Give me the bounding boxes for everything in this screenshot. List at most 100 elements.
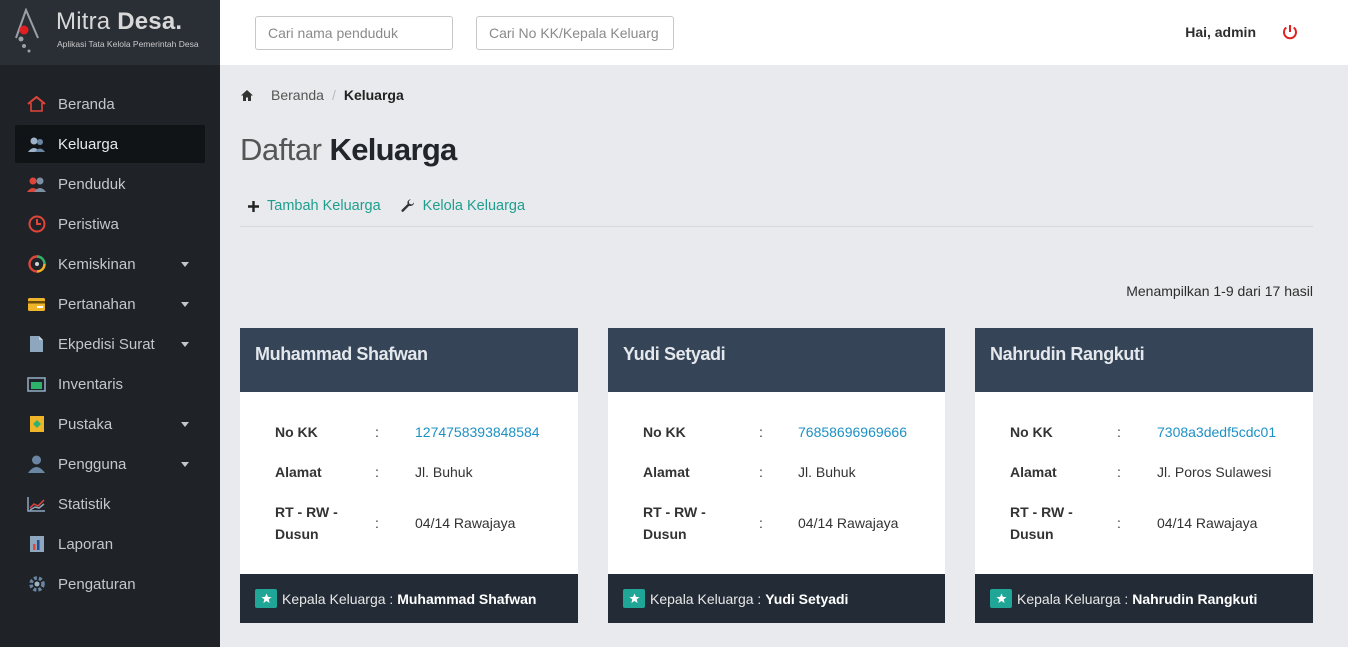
page-title-bold: Keluarga [329, 132, 458, 167]
add-keluarga-button[interactable]: Tambah Keluarga [248, 198, 381, 214]
star-icon [990, 589, 1012, 608]
breadcrumb-home[interactable]: Beranda [271, 87, 324, 103]
alamat-label: Alamat [643, 464, 690, 480]
chart-icon [27, 495, 46, 514]
sidebar-item-peristiwa[interactable]: Peristiwa [15, 205, 205, 243]
sidebar: Mitra Desa. Aplikasi Tata Kelola Pemerin… [0, 0, 220, 647]
result-count: Menampilkan 1-9 dari 17 hasil [1126, 283, 1313, 299]
search-penduduk-input[interactable] [255, 16, 453, 50]
colon: : [1117, 464, 1121, 480]
chevron-down-icon [181, 342, 189, 347]
colon: : [1117, 424, 1121, 440]
brand[interactable]: Mitra Desa. Aplikasi Tata Kelola Pemerin… [0, 0, 220, 65]
alamat-label: Alamat [275, 464, 322, 480]
alamat-value: Jl. Buhuk [415, 464, 473, 480]
rt-rw-value: 04/14 Rawajaya [1157, 515, 1258, 531]
sidebar-item-label: Beranda [58, 95, 115, 113]
sidebar-item-pertanahan[interactable]: Pertanahan [15, 285, 205, 323]
chevron-down-icon [181, 302, 189, 307]
kepala-label: Kepala Keluarga : [1017, 590, 1129, 607]
folder-icon [27, 375, 46, 394]
user-greeting[interactable]: Hai, admin [1185, 24, 1256, 40]
breadcrumb-separator: / [331, 87, 336, 103]
wrench-icon [401, 199, 414, 212]
sidebar-item-inventaris[interactable]: Inventaris [15, 365, 205, 403]
sidebar-item-label: Laporan [58, 535, 114, 553]
sidebar-item-laporan[interactable]: Laporan [15, 525, 205, 563]
rt-rw-label-line2: Dusun [1010, 526, 1054, 542]
sidebar-item-penduduk[interactable]: Penduduk [15, 165, 205, 203]
sidebar-item-label: Kemiskinan [58, 255, 136, 273]
sidebar-item-keluarga[interactable]: Keluarga [15, 125, 205, 163]
kepala-label: Kepala Keluarga : [650, 590, 762, 607]
sidebar-item-pustaka[interactable]: Pustaka [15, 405, 205, 443]
no-kk-value[interactable]: 1274758393848584 [415, 424, 540, 440]
book-icon [27, 415, 46, 434]
divider [240, 226, 1313, 227]
pie-icon [27, 255, 46, 274]
user-icon [27, 455, 46, 474]
sidebar-item-label: Inventaris [58, 375, 124, 393]
add-keluarga-label: Tambah Keluarga [267, 198, 381, 214]
rt-rw-value: 04/14 Rawajaya [415, 515, 516, 531]
card-header: Yudi Setyadi [608, 328, 945, 392]
card-body: No KK : 1274758393848584 Alamat : Jl. Bu… [240, 392, 578, 574]
page-actions: Tambah Keluarga Kelola Keluarga [248, 198, 545, 214]
sidebar-item-label: Penduduk [58, 175, 126, 193]
card-family-name[interactable]: Muhammad Shafwan [255, 344, 428, 364]
sidebar-item-pengguna[interactable]: Pengguna [15, 445, 205, 483]
alamat-value: Jl. Buhuk [798, 464, 856, 480]
page-title-light: Daftar [240, 132, 330, 167]
gear-icon [27, 575, 46, 594]
card-family-name[interactable]: Nahrudin Rangkuti [990, 344, 1145, 364]
card-header: Muhammad Shafwan [240, 328, 578, 392]
sidebar-item-label: Pustaka [58, 415, 113, 433]
search-kk-input[interactable] [476, 16, 674, 50]
manage-keluarga-button[interactable]: Kelola Keluarga [401, 198, 525, 214]
no-kk-label: No KK [275, 424, 318, 440]
home-icon [27, 95, 46, 114]
sidebar-item-label: Keluarga [58, 135, 119, 153]
power-icon[interactable] [1280, 22, 1300, 42]
document-icon [27, 335, 46, 354]
sidebar-item-kemiskinan[interactable]: Kemiskinan [15, 245, 205, 283]
brand-tagline: Aplikasi Tata Kelola Pemerintah Desa [57, 39, 199, 49]
sidebar-item-pengaturan[interactable]: Pengaturan [15, 565, 205, 603]
family-card[interactable]: Nahrudin Rangkuti No KK : 7308a3dedf5cdc… [975, 328, 1313, 623]
brand-name-light: Mitra [56, 8, 118, 35]
sidebar-item-beranda[interactable]: Beranda [15, 85, 205, 123]
alamat-value: Jl. Poros Sulawesi [1157, 464, 1272, 480]
rt-rw-label-line1: RT - RW - [275, 504, 338, 520]
colon: : [759, 515, 763, 531]
colon: : [759, 464, 763, 480]
no-kk-value[interactable]: 7308a3dedf5cdc01 [1157, 424, 1276, 440]
card-footer: Kepala Keluarga : Nahrudin Rangkuti [975, 574, 1313, 623]
card-family-name[interactable]: Yudi Setyadi [623, 344, 726, 364]
colon: : [759, 424, 763, 440]
no-kk-label: No KK [643, 424, 686, 440]
page-title: Daftar Keluarga [240, 132, 457, 168]
card-body: No KK : 7308a3dedf5cdc01 Alamat : Jl. Po… [975, 392, 1313, 574]
plus-icon [248, 200, 259, 212]
kepala-label: Kepala Keluarga : [282, 590, 394, 607]
rt-rw-label-line2: Dusun [643, 526, 687, 542]
sidebar-item-statistik[interactable]: Statistik [15, 485, 205, 523]
sidebar-item-label: Pengaturan [58, 575, 136, 593]
card-icon [27, 295, 46, 314]
rt-rw-label-line2: Dusun [275, 526, 319, 542]
card-footer: Kepala Keluarga : Muhammad Shafwan [240, 574, 578, 623]
no-kk-value[interactable]: 76858696969666 [798, 424, 907, 440]
kepala-name: Nahrudin Rangkuti [1132, 590, 1258, 607]
sidebar-item-ekpedisi-surat[interactable]: Ekpedisi Surat [15, 325, 205, 363]
card-header: Nahrudin Rangkuti [975, 328, 1313, 392]
brand-name: Mitra Desa. [56, 8, 182, 36]
colon: : [375, 424, 379, 440]
card-footer: Kepala Keluarga : Yudi Setyadi [608, 574, 945, 623]
kepala-name: Yudi Setyadi [765, 590, 849, 607]
family-icon [27, 135, 46, 154]
rt-rw-label-line1: RT - RW - [1010, 504, 1073, 520]
family-card[interactable]: Yudi Setyadi No KK : 76858696969666 Alam… [608, 328, 945, 623]
home-icon[interactable] [240, 89, 254, 102]
family-card[interactable]: Muhammad Shafwan No KK : 127475839384858… [240, 328, 578, 623]
alamat-label: Alamat [1010, 464, 1057, 480]
